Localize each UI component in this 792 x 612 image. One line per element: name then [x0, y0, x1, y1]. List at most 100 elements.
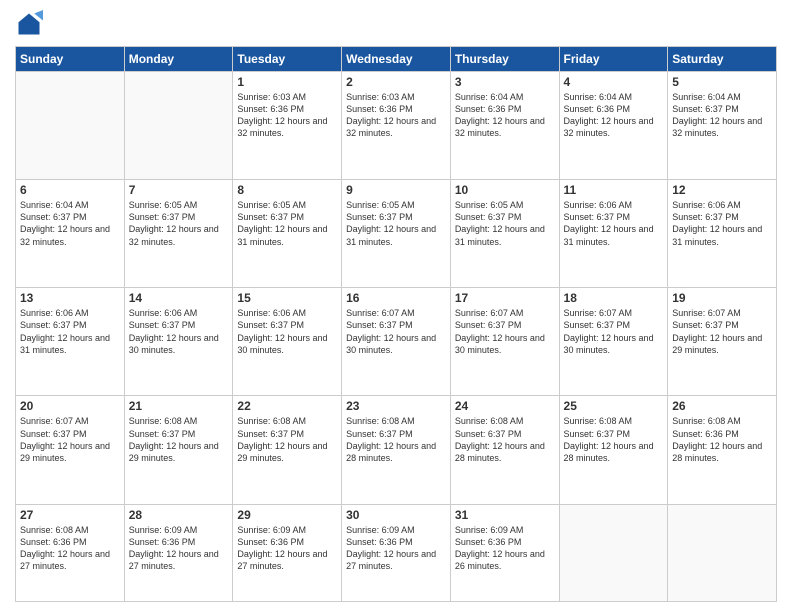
day-info: Sunrise: 6:05 AM Sunset: 6:37 PM Dayligh… [455, 199, 555, 248]
day-number: 20 [20, 399, 120, 413]
day-number: 27 [20, 508, 120, 522]
week-row-1: 6Sunrise: 6:04 AM Sunset: 6:37 PM Daylig… [16, 180, 777, 288]
day-cell: 16Sunrise: 6:07 AM Sunset: 6:37 PM Dayli… [342, 288, 451, 396]
day-info: Sunrise: 6:08 AM Sunset: 6:37 PM Dayligh… [455, 415, 555, 464]
day-info: Sunrise: 6:07 AM Sunset: 6:37 PM Dayligh… [672, 307, 772, 356]
day-number: 23 [346, 399, 446, 413]
day-info: Sunrise: 6:07 AM Sunset: 6:37 PM Dayligh… [455, 307, 555, 356]
day-number: 30 [346, 508, 446, 522]
day-cell: 3 Sunrise: 6:04 AM Sunset: 6:36 PM Daylig… [450, 72, 559, 180]
calendar-table: SundayMondayTuesdayWednesdayThursdayFrid… [15, 46, 777, 602]
day-number: 25 [564, 399, 664, 413]
week-row-3: 20Sunrise: 6:07 AM Sunset: 6:37 PM Dayli… [16, 396, 777, 504]
day-number: 28 [129, 508, 229, 522]
day-number: 11 [564, 183, 664, 197]
day-info: Sunrise: 6:06 AM Sunset: 6:37 PM Dayligh… [20, 307, 120, 356]
weekday-friday: Friday [559, 47, 668, 72]
day-cell: 19Sunrise: 6:07 AM Sunset: 6:37 PM Dayli… [668, 288, 777, 396]
day-cell: 25 Sunrise: 6:08 AM Sunset: 6:37 PM Dayli… [559, 396, 668, 504]
day-cell: 1 Sunrise: 6:03 AM Sunset: 6:36 PM Daylig… [233, 72, 342, 180]
day-cell [668, 504, 777, 601]
day-info: Sunrise: 6:05 AM Sunset: 6:37 PM Dayligh… [346, 199, 446, 248]
day-info: Sunrise: 6:08 AM Sunset: 6:37 PM Dayligh… [346, 415, 446, 464]
weekday-monday: Monday [124, 47, 233, 72]
day-info: Sunrise: 6:06 AM Sunset: 6:37 PM Dayligh… [237, 307, 337, 356]
day-info: Sunrise: 6:08 AM Sunset: 6:37 PM Dayligh… [237, 415, 337, 464]
day-info: Sunrise: 6:04 AM Sunset: 6:37 PM Dayligh… [672, 91, 772, 140]
day-number: 29 [237, 508, 337, 522]
day-info: Sunrise: 6:08 AM Sunset: 6:37 PM Dayligh… [564, 415, 664, 464]
day-info: Sunrise: 6:04 AM Sunset: 6:37 PM Dayligh… [20, 199, 120, 248]
day-cell: 12 Sunrise: 6:06 AM Sunset: 6:37 PM Dayli… [668, 180, 777, 288]
day-info: Sunrise: 6:05 AM Sunset: 6:37 PM Dayligh… [129, 199, 229, 248]
week-row-2: 13 Sunrise: 6:06 AM Sunset: 6:37 PM Dayli… [16, 288, 777, 396]
day-cell: 20Sunrise: 6:07 AM Sunset: 6:37 PM Dayli… [16, 396, 125, 504]
day-number: 13 [20, 291, 120, 305]
day-number: 1 [237, 75, 337, 89]
day-info: Sunrise: 6:08 AM Sunset: 6:37 PM Dayligh… [129, 415, 229, 464]
day-number: 5 [672, 75, 772, 89]
day-number: 4 [564, 75, 664, 89]
day-cell: 8Sunrise: 6:05 AM Sunset: 6:37 PM Daylig… [233, 180, 342, 288]
day-number: 9 [346, 183, 446, 197]
day-cell: 30 Sunrise: 6:09 AM Sunset: 6:36 PM Dayli… [342, 504, 451, 601]
weekday-tuesday: Tuesday [233, 47, 342, 72]
day-number: 3 [455, 75, 555, 89]
day-info: Sunrise: 6:04 AM Sunset: 6:36 PM Dayligh… [455, 91, 555, 140]
day-info: Sunrise: 6:09 AM Sunset: 6:36 PM Dayligh… [455, 524, 555, 573]
day-number: 2 [346, 75, 446, 89]
day-number: 10 [455, 183, 555, 197]
day-cell [16, 72, 125, 180]
week-row-4: 27Sunrise: 6:08 AM Sunset: 6:36 PM Dayli… [16, 504, 777, 601]
day-cell: 13 Sunrise: 6:06 AM Sunset: 6:37 PM Dayli… [16, 288, 125, 396]
day-cell: 14 Sunrise: 6:06 AM Sunset: 6:37 PM Dayli… [124, 288, 233, 396]
day-info: Sunrise: 6:03 AM Sunset: 6:36 PM Dayligh… [346, 91, 446, 140]
day-info: Sunrise: 6:06 AM Sunset: 6:37 PM Dayligh… [129, 307, 229, 356]
day-cell: 5 Sunrise: 6:04 AM Sunset: 6:37 PM Daylig… [668, 72, 777, 180]
day-number: 18 [564, 291, 664, 305]
day-cell: 4 Sunrise: 6:04 AM Sunset: 6:36 PM Daylig… [559, 72, 668, 180]
day-cell: 24Sunrise: 6:08 AM Sunset: 6:37 PM Dayli… [450, 396, 559, 504]
day-info: Sunrise: 6:06 AM Sunset: 6:37 PM Dayligh… [672, 199, 772, 248]
day-info: Sunrise: 6:04 AM Sunset: 6:36 PM Dayligh… [564, 91, 664, 140]
weekday-saturday: Saturday [668, 47, 777, 72]
day-cell: 7 Sunrise: 6:05 AM Sunset: 6:37 PM Daylig… [124, 180, 233, 288]
day-cell: 22 Sunrise: 6:08 AM Sunset: 6:37 PM Dayli… [233, 396, 342, 504]
day-cell: 6Sunrise: 6:04 AM Sunset: 6:37 PM Daylig… [16, 180, 125, 288]
day-number: 7 [129, 183, 229, 197]
day-info: Sunrise: 6:03 AM Sunset: 6:36 PM Dayligh… [237, 91, 337, 140]
day-number: 15 [237, 291, 337, 305]
day-cell: 26 Sunrise: 6:08 AM Sunset: 6:36 PM Dayli… [668, 396, 777, 504]
logo [15, 10, 47, 38]
day-cell [559, 504, 668, 601]
day-number: 22 [237, 399, 337, 413]
day-cell: 10 Sunrise: 6:05 AM Sunset: 6:37 PM Dayli… [450, 180, 559, 288]
day-number: 14 [129, 291, 229, 305]
day-number: 26 [672, 399, 772, 413]
day-info: Sunrise: 6:09 AM Sunset: 6:36 PM Dayligh… [346, 524, 446, 573]
day-cell: 27Sunrise: 6:08 AM Sunset: 6:36 PM Dayli… [16, 504, 125, 601]
weekday-thursday: Thursday [450, 47, 559, 72]
day-cell: 21 Sunrise: 6:08 AM Sunset: 6:37 PM Dayli… [124, 396, 233, 504]
day-cell: 23 Sunrise: 6:08 AM Sunset: 6:37 PM Dayli… [342, 396, 451, 504]
day-info: Sunrise: 6:05 AM Sunset: 6:37 PM Dayligh… [237, 199, 337, 248]
day-number: 17 [455, 291, 555, 305]
day-cell: 11Sunrise: 6:06 AM Sunset: 6:37 PM Dayli… [559, 180, 668, 288]
weekday-sunday: Sunday [16, 47, 125, 72]
day-cell: 15 Sunrise: 6:06 AM Sunset: 6:37 PM Dayli… [233, 288, 342, 396]
weekday-wednesday: Wednesday [342, 47, 451, 72]
day-number: 31 [455, 508, 555, 522]
day-number: 21 [129, 399, 229, 413]
day-info: Sunrise: 6:08 AM Sunset: 6:36 PM Dayligh… [672, 415, 772, 464]
day-info: Sunrise: 6:09 AM Sunset: 6:36 PM Dayligh… [129, 524, 229, 573]
week-row-0: 1 Sunrise: 6:03 AM Sunset: 6:36 PM Daylig… [16, 72, 777, 180]
weekday-header-row: SundayMondayTuesdayWednesdayThursdayFrid… [16, 47, 777, 72]
day-cell: 31 Sunrise: 6:09 AM Sunset: 6:36 PM Dayli… [450, 504, 559, 601]
day-cell: 29Sunrise: 6:09 AM Sunset: 6:36 PM Dayli… [233, 504, 342, 601]
day-number: 12 [672, 183, 772, 197]
day-number: 16 [346, 291, 446, 305]
day-cell: 18Sunrise: 6:07 AM Sunset: 6:37 PM Dayli… [559, 288, 668, 396]
calendar-page: SundayMondayTuesdayWednesdayThursdayFrid… [0, 0, 792, 612]
day-cell: 9 Sunrise: 6:05 AM Sunset: 6:37 PM Daylig… [342, 180, 451, 288]
day-cell: 2 Sunrise: 6:03 AM Sunset: 6:36 PM Daylig… [342, 72, 451, 180]
